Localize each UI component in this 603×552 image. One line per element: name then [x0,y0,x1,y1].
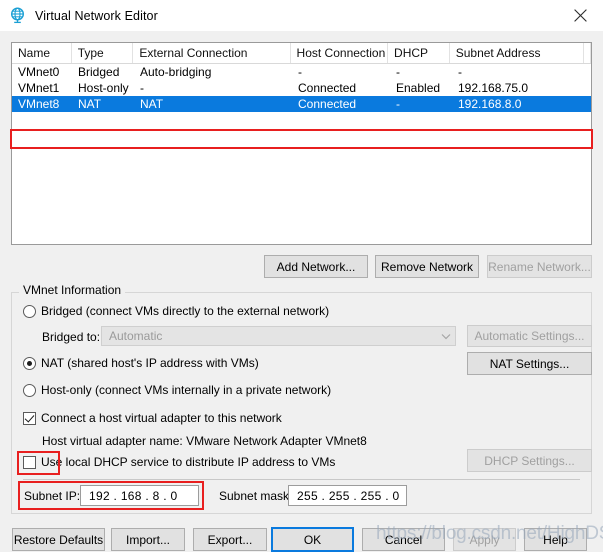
dialog-client-area: Name Type External Connection Host Conne… [0,31,603,552]
bridged-to-select: Automatic [101,326,456,346]
cell-subnet-address: 192.168.8.0 [458,97,522,111]
cell-external-connection: - [140,81,144,95]
radio-nat[interactable]: NAT (shared host's IP address with VMs) [23,356,259,370]
vmnet-information-title: VMnet Information [19,283,126,298]
cell-subnet-address: 192.168.75.0 [458,81,529,95]
section-divider [23,479,580,480]
close-icon [573,9,587,22]
host-virtual-adapter-name: Host virtual adapter name: VMware Networ… [42,434,367,448]
network-list[interactable]: Name Type External Connection Host Conne… [11,42,592,245]
cell-host-connection: Connected [298,81,357,95]
automatic-settings-button: Automatic Settings... [467,325,592,347]
subnet-ip-label: Subnet IP: [24,489,81,503]
help-button[interactable]: Help [524,528,587,551]
add-network-button[interactable]: Add Network... [264,255,368,278]
radio-nat-indicator [23,356,36,370]
table-row-selected[interactable]: VMnet8 NAT NAT Connected - 192.168.8.0 [12,96,591,112]
column-header-type[interactable]: Type [72,43,134,63]
cell-name: VMnet1 [18,81,60,95]
network-list-header: Name Type External Connection Host Conne… [12,43,591,64]
remove-network-button[interactable]: Remove Network [375,255,479,278]
column-header-dhcp[interactable]: DHCP [388,43,450,63]
column-header-host-connection[interactable]: Host Connection [291,43,389,63]
import-button[interactable]: Import... [111,528,185,551]
cell-external-connection: NAT [140,97,164,111]
cell-name: VMnet8 [18,97,60,111]
checkbox-use-local-dhcp-label: Use local DHCP service to distribute IP … [41,455,336,469]
radio-host-only-indicator [23,383,36,397]
cell-type: Host-only [78,81,129,95]
cancel-button[interactable]: Cancel [362,528,445,551]
column-header-external-connection[interactable]: External Connection [133,43,291,63]
checkbox-connect-host-adapter-indicator [23,411,36,425]
radio-bridged-indicator [23,304,36,318]
checkbox-use-local-dhcp-indicator [23,455,36,469]
close-button[interactable] [557,0,603,31]
column-header-name[interactable]: Name [12,43,72,63]
cell-name: VMnet0 [18,65,60,79]
cell-subnet-address: - [458,65,462,79]
radio-bridged[interactable]: Bridged (connect VMs directly to the ext… [23,304,329,318]
network-globe-icon [9,7,26,24]
bridged-to-label: Bridged to: [42,330,101,344]
restore-defaults-button[interactable]: Restore Defaults [12,528,105,551]
cell-dhcp: - [396,65,400,79]
title-bar: Virtual Network Editor [0,0,603,31]
checkbox-use-local-dhcp[interactable]: Use local DHCP service to distribute IP … [23,455,335,469]
cell-type: Bridged [78,65,120,79]
bridged-to-value: Automatic [109,329,163,343]
network-list-body: VMnet0 Bridged Auto-bridging - - - VMnet… [12,64,591,112]
radio-bridged-label: Bridged (connect VMs directly to the ext… [41,304,330,318]
cell-type: NAT [78,97,102,111]
cell-host-connection: Connected [298,97,357,111]
cell-host-connection: - [298,65,302,79]
dhcp-settings-button: DHCP Settings... [467,449,592,472]
radio-nat-label: NAT (shared host's IP address with VMs) [41,356,259,370]
table-row[interactable]: VMnet0 Bridged Auto-bridging - - - [12,64,591,80]
radio-host-only-label: Host-only (connect VMs internally in a p… [41,383,332,397]
column-header-subnet-address[interactable]: Subnet Address [450,43,584,63]
cell-dhcp: Enabled [396,81,441,95]
checkbox-connect-host-adapter-label: Connect a host virtual adapter to this n… [41,411,282,425]
column-header-filler [584,43,591,63]
rename-network-button: Rename Network... [487,255,592,278]
checkbox-connect-host-adapter[interactable]: Connect a host virtual adapter to this n… [23,411,282,425]
apply-button: Apply [453,528,516,551]
subnet-mask-input[interactable]: 255 . 255 . 255 . 0 [288,485,407,506]
nat-settings-button[interactable]: NAT Settings... [467,352,592,375]
cell-dhcp: - [396,97,400,111]
subnet-ip-input[interactable]: 192 . 168 . 8 . 0 [80,485,199,506]
radio-host-only[interactable]: Host-only (connect VMs internally in a p… [23,383,331,397]
table-row[interactable]: VMnet1 Host-only - Connected Enabled 192… [12,80,591,96]
chevron-down-icon [437,333,455,340]
cell-external-connection: Auto-bridging [140,65,212,79]
window-title: Virtual Network Editor [35,8,158,23]
ok-button[interactable]: OK [271,527,354,552]
export-button[interactable]: Export... [193,528,267,551]
subnet-mask-label: Subnet mask: [219,489,293,503]
